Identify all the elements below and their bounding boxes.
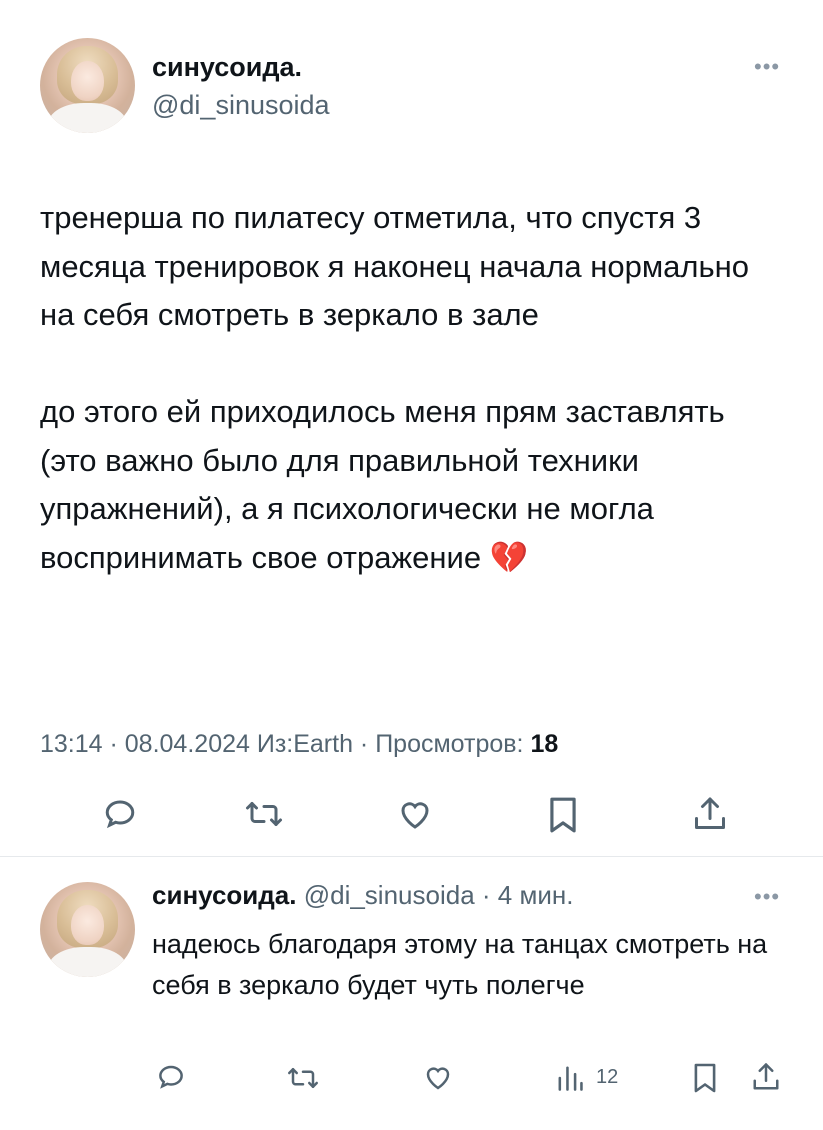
more-icon[interactable]: ••• xyxy=(754,56,780,78)
author-name[interactable]: синусоида. xyxy=(152,52,302,83)
share-icon[interactable] xyxy=(692,794,728,834)
reply-time: · 4 мин. xyxy=(474,880,574,910)
reply-author-handle[interactable]: @di_sinusoida xyxy=(304,880,475,910)
reply-retweet-icon[interactable] xyxy=(286,1063,320,1093)
avatar-face xyxy=(71,60,104,101)
tweet-paragraph: тренерша по пилатесу отметила, что спуст… xyxy=(40,200,749,332)
reply-more-icon[interactable]: ••• xyxy=(754,886,780,908)
views-icon[interactable] xyxy=(556,1064,584,1092)
reply-like-icon[interactable] xyxy=(422,1063,454,1093)
avatar-shirt xyxy=(47,946,128,977)
timestamp-source: 13:14 · 08.04.2024 Из:Earth · Просмотров… xyxy=(40,730,531,758)
reply-text: надеюсь благодаря этому на танцах смотре… xyxy=(152,929,768,1000)
retweet-icon[interactable] xyxy=(244,796,284,832)
reply-author-name[interactable]: синусоида. xyxy=(152,880,296,910)
avatar-shirt xyxy=(47,102,128,133)
bookmark-icon[interactable] xyxy=(547,796,579,834)
avatar-face xyxy=(71,904,104,945)
tweet-meta: 13:14 · 08.04.2024 Из:Earth · Просмотров… xyxy=(40,730,558,759)
tweet-paragraph: до этого ей приходилось меня прям застав… xyxy=(40,394,725,575)
reply-reply-icon[interactable] xyxy=(156,1062,186,1092)
reply-share-icon[interactable] xyxy=(751,1060,781,1094)
reply-author-avatar[interactable] xyxy=(40,882,135,977)
divider xyxy=(0,856,823,857)
reply-icon[interactable] xyxy=(102,796,138,832)
reply-header: синусоида. @di_sinusoida · 4 мин. xyxy=(152,880,573,911)
like-icon[interactable] xyxy=(396,797,434,833)
views-count[interactable]: 18 xyxy=(530,730,558,758)
reply-bookmark-icon[interactable] xyxy=(692,1062,718,1094)
reply-views-count: 12 xyxy=(596,1066,619,1088)
tweet-text: тренерша по пилатесу отметила, что спуст… xyxy=(40,194,780,582)
author-handle[interactable]: @di_sinusoida xyxy=(152,90,330,121)
author-avatar[interactable] xyxy=(40,38,135,133)
